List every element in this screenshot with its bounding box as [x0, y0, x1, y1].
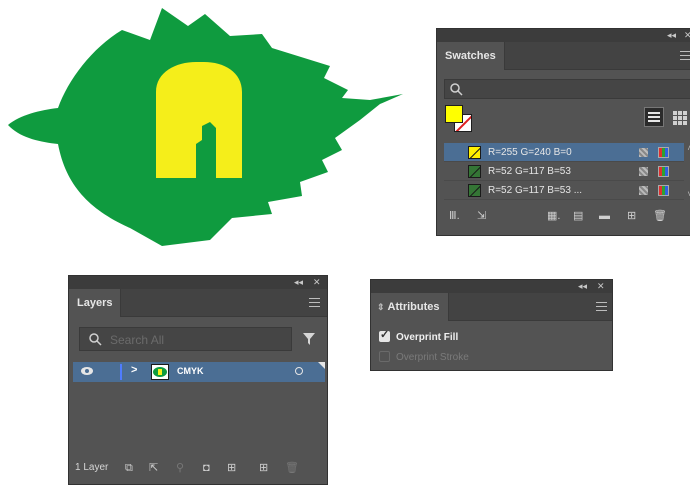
new-layer-icon[interactable]: ⊞: [259, 461, 268, 475]
tab-row: Swatches: [437, 42, 690, 70]
list-view-icon[interactable]: [644, 107, 664, 127]
swatch-label: R=52 G=117 B=53 ...: [488, 185, 583, 196]
swatch-label: R=52 G=117 B=53: [488, 166, 571, 177]
double-chevron-left-icon[interactable]: ◂◂: [578, 280, 587, 293]
delete-icon[interactable]: 🗑: [285, 461, 299, 475]
layers-bottom-toolbar: 1 Layer ⧉ ⇱ ⚲ ◘ ⊞ ⊞ 🗑: [69, 459, 327, 477]
attributes-panel: ◂◂ ✕ ⇕Attributes Overprint Fill Overprin…: [370, 279, 613, 371]
close-icon[interactable]: ✕: [313, 276, 321, 289]
delete-icon[interactable]: 🗑: [653, 209, 667, 223]
place-swatches-icon[interactable]: ⇲: [477, 209, 486, 223]
locate-object-icon[interactable]: ⚲: [176, 461, 184, 475]
swatch-libraries-icon[interactable]: Ⅲ.: [449, 209, 460, 223]
search-icon: [89, 333, 102, 346]
swatch-search-input[interactable]: [444, 79, 690, 99]
swatch-row[interactable]: R=52 G=117 B=53 ...: [444, 181, 684, 200]
filter-icon[interactable]: [302, 332, 316, 346]
overprint-stroke-label: Overprint Stroke: [396, 352, 469, 363]
double-chevron-left-icon[interactable]: ◂◂: [667, 29, 676, 42]
eye-icon[interactable]: [80, 366, 94, 376]
selection-corner-icon: [318, 362, 325, 369]
swatch-row[interactable]: R=52 G=117 B=53: [444, 162, 684, 181]
target-circle-icon[interactable]: [295, 367, 303, 375]
rgb-mode-icon: [658, 166, 669, 177]
export-icon[interactable]: ⇱: [149, 461, 158, 475]
tab-row: ⇕ Attributes: [371, 293, 612, 321]
expand-collapse-icon[interactable]: ⇕: [377, 302, 385, 312]
tab-attributes[interactable]: ⇕ Attributes: [371, 293, 449, 321]
swatch-options-icon[interactable]: ▤: [573, 209, 583, 223]
new-color-group-icon[interactable]: ▬: [599, 209, 610, 223]
layer-row[interactable]: > CMYK: [73, 362, 325, 382]
swatch-chip: [468, 146, 481, 159]
fill-stroke-indicator[interactable]: [445, 105, 475, 135]
panel-menu-icon[interactable]: [680, 51, 690, 63]
swatch-chip: [468, 165, 481, 178]
scroll-down-icon[interactable]: ˅: [685, 189, 690, 199]
tab-swatches[interactable]: Swatches: [437, 42, 505, 70]
tab-row: Layers: [69, 289, 327, 317]
panel-menu-icon[interactable]: [596, 302, 607, 314]
panel-menu-icon[interactable]: [309, 298, 320, 310]
overprint-stroke-checkbox[interactable]: [379, 351, 390, 362]
search-placeholder: Search All: [110, 333, 165, 347]
panel-topbar: ◂◂ ✕: [437, 29, 690, 42]
show-kinds-icon[interactable]: ▦.: [547, 209, 560, 223]
swatch-list: R=255 G=240 B=0 R=52 G=117 B=53 R=52 G=1…: [444, 143, 684, 200]
collect-for-export-icon[interactable]: ⧉: [125, 461, 133, 475]
swatches-bottom-toolbar: Ⅲ. ⇲ ▦. ▤ ▬ ⊞ 🗑: [445, 209, 690, 225]
fill-swatch[interactable]: [445, 105, 463, 123]
panel-topbar: ◂◂ ✕: [69, 276, 327, 289]
global-color-icon: [639, 186, 648, 195]
create-sublayer-icon[interactable]: ⊞: [227, 461, 236, 475]
panel-topbar: ◂◂ ✕: [371, 280, 612, 293]
leaf-thumbnail-icon: [153, 367, 167, 377]
layer-thumbnail: [151, 364, 169, 380]
chevron-right-icon[interactable]: >: [131, 364, 137, 376]
tab-layers[interactable]: Layers: [69, 289, 122, 317]
leaf-shape: [8, 8, 403, 246]
rgb-mode-icon: [658, 147, 669, 158]
layer-search-input[interactable]: Search All: [79, 327, 292, 351]
global-color-icon: [639, 148, 648, 157]
thumbnail-view-icon[interactable]: [669, 107, 689, 127]
layers-panel: ◂◂ ✕ Layers Search All > CMYK 1 Layer ⧉ …: [68, 275, 328, 485]
swatches-panel: ◂◂ ✕ Swatches R=255 G=240 B=0 R=52 G=117…: [436, 28, 690, 236]
make-clipping-mask-icon[interactable]: ◘: [203, 461, 210, 475]
close-icon[interactable]: ✕: [597, 280, 605, 293]
global-color-icon: [639, 167, 648, 176]
rgb-mode-icon: [658, 185, 669, 196]
layer-count: 1 Layer: [75, 462, 109, 473]
layer-color-bar: [120, 364, 122, 380]
double-chevron-left-icon[interactable]: ◂◂: [294, 276, 303, 289]
swatch-chip: [468, 184, 481, 197]
swatch-row[interactable]: R=255 G=240 B=0: [444, 143, 684, 162]
overprint-fill-checkbox[interactable]: [379, 328, 390, 342]
close-icon[interactable]: ✕: [684, 29, 690, 42]
scroll-up-icon[interactable]: ˄: [685, 143, 690, 153]
overprint-fill-label: Overprint Fill: [396, 332, 459, 343]
layer-name[interactable]: CMYK: [177, 366, 204, 376]
new-swatch-icon[interactable]: ⊞: [627, 209, 636, 223]
swatch-scrollbar[interactable]: ˄ ˅: [685, 143, 690, 201]
tab-attributes-label: Attributes: [387, 301, 440, 313]
leaf-artwork: [8, 8, 403, 246]
search-icon: [450, 83, 463, 96]
swatch-label: R=255 G=240 B=0: [488, 147, 572, 158]
